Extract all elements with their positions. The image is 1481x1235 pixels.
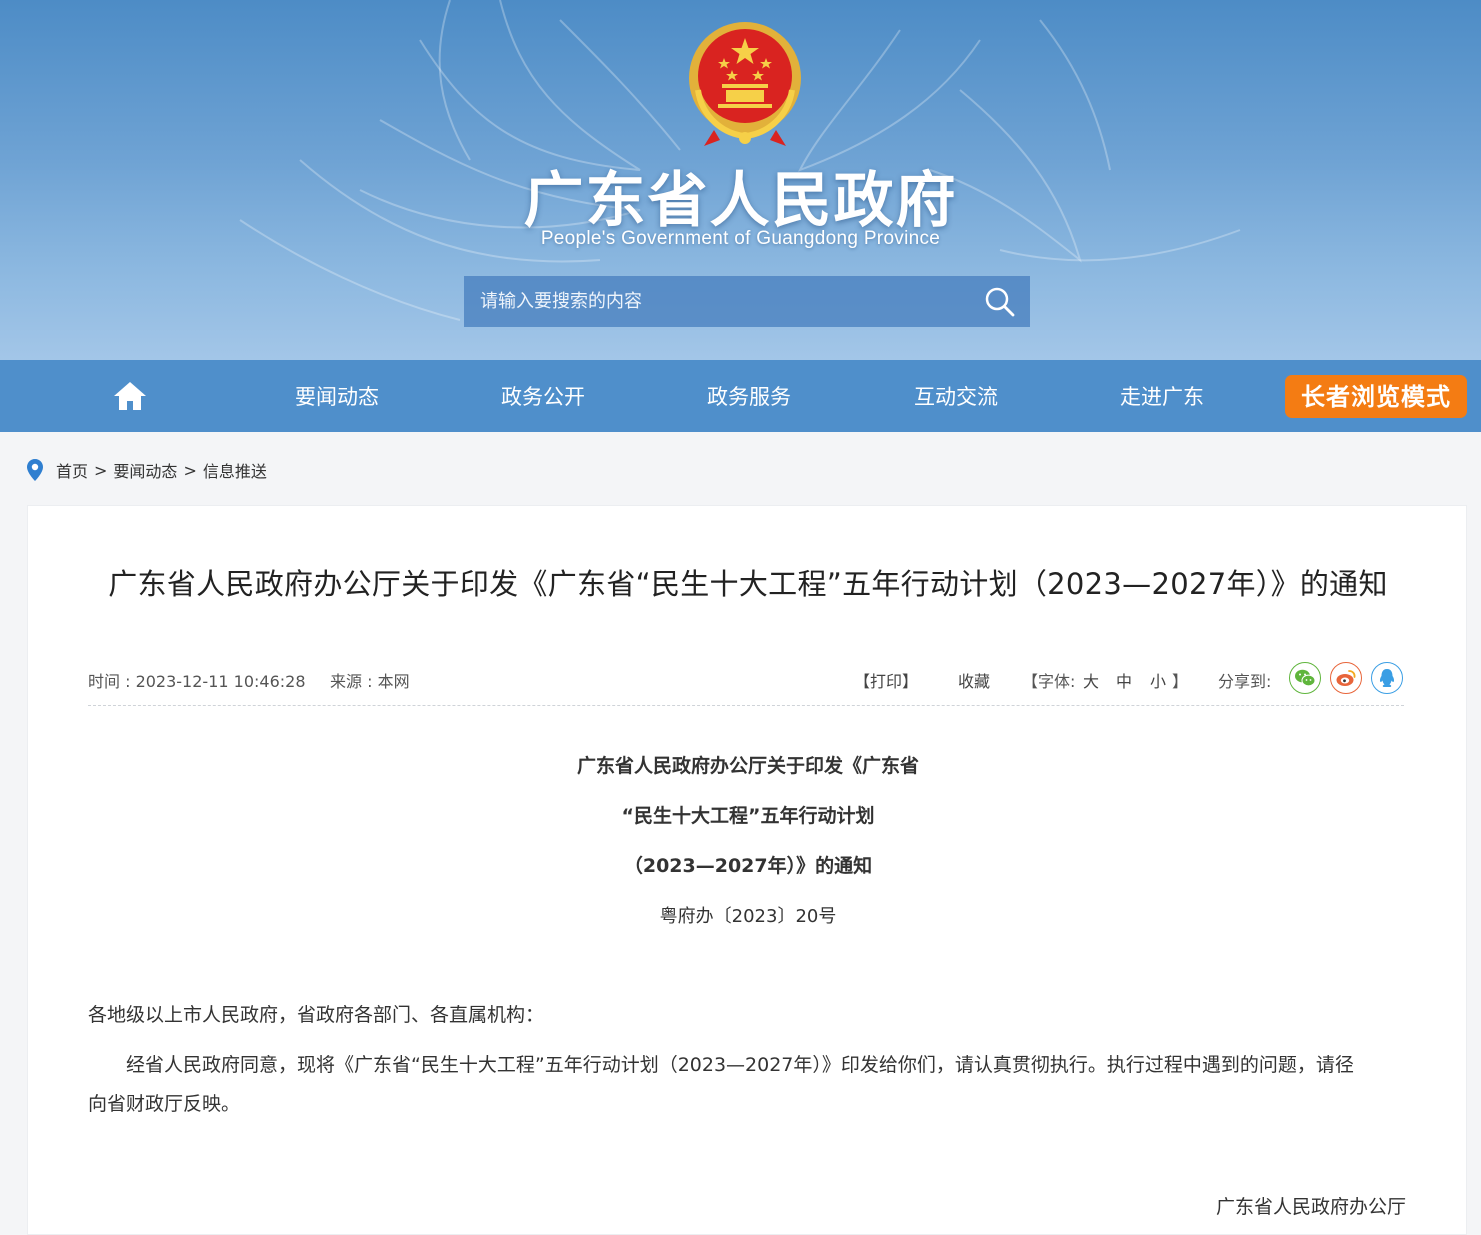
salutation: 各地级以上市人民政府，省政府各部门、各直属机构： <box>88 1004 545 1026</box>
breadcrumb-current[interactable]: 信息推送 <box>203 458 267 482</box>
font-medium-button[interactable]: 中 <box>1116 668 1132 692</box>
doc-heading-line: （2023—2027年）》的通知 <box>623 855 873 877</box>
font-size-close: 】 <box>1172 672 1189 691</box>
nav-item-about-guangdong[interactable]: 走进广东 <box>1092 360 1232 432</box>
body-paragraph-line: 经省人民政府同意，现将《广东省“民生十大工程”五年行动计划（2023—2027年… <box>126 1054 1354 1076</box>
search-box <box>464 276 1030 327</box>
body-paragraph-line: 向省财政厅反映。 <box>88 1093 241 1115</box>
nav-item-services[interactable]: 政务服务 <box>679 360 819 432</box>
document-number: 粤府办〔2023〕20号 <box>659 906 837 927</box>
breadcrumb-separator: > <box>183 460 197 480</box>
main-nav: 要闻动态 政务公开 政务服务 互动交流 走进广东 <box>0 360 1481 432</box>
doc-heading-line: “民生十大工程”五年行动计划 <box>621 805 875 827</box>
article-source: 来源 : 本网 <box>330 672 410 691</box>
favorite-button[interactable]: 收藏 <box>958 668 990 692</box>
nav-item-news[interactable]: 要闻动态 <box>267 360 407 432</box>
article-title: 广东省人民政府办公厅关于印发《广东省“民生十大工程”五年行动计划（2023—20… <box>108 567 1388 601</box>
meta-divider <box>88 705 1404 706</box>
location-pin-icon <box>27 459 43 481</box>
home-icon[interactable] <box>96 360 164 432</box>
font-large-button[interactable]: 大 <box>1083 668 1099 692</box>
breadcrumb: 首页 > 要闻动态 > 信息推送 <box>26 456 267 484</box>
font-small-button[interactable]: 小 <box>1150 668 1166 692</box>
wechat-share-icon[interactable] <box>1289 662 1321 694</box>
publish-time: 时间 : 2023-12-11 10:46:28 <box>88 672 306 691</box>
site-subtitle: People's Government of Guangdong Provinc… <box>540 228 941 249</box>
doc-heading-line: 广东省人民政府办公厅关于印发《广东省 <box>576 755 919 777</box>
nav-item-interaction[interactable]: 互动交流 <box>886 360 1026 432</box>
nav-item-government-affairs[interactable]: 政务公开 <box>473 360 613 432</box>
print-button[interactable]: 【打印】 <box>854 668 918 692</box>
article-meta: 时间 : 2023-12-11 10:46:28 来源 : 本网 【打印】 收藏… <box>88 662 1404 694</box>
share-label: 分享到: <box>1218 672 1272 691</box>
breadcrumb-news[interactable]: 要闻动态 <box>113 458 177 482</box>
breadcrumb-home[interactable]: 首页 <box>56 458 88 482</box>
breadcrumb-separator: > <box>94 460 108 480</box>
signature: 广东省人民政府办公厅 <box>1215 1196 1406 1218</box>
national-emblem <box>689 22 801 146</box>
search-input[interactable] <box>464 276 970 327</box>
header-banner: 广东省人民政府 People's Government of Guangdong… <box>0 0 1481 360</box>
article-card: 广东省人民政府办公厅关于印发《广东省 “民生十大工程”五年行动计划 （2023—20… <box>27 505 1467 1235</box>
site-title: 广东省人民政府 <box>523 166 958 236</box>
search-icon[interactable] <box>970 276 1030 327</box>
weibo-share-icon[interactable] <box>1330 662 1362 694</box>
qq-share-icon[interactable] <box>1371 662 1403 694</box>
elder-mode-button[interactable]: 长者浏览模式 <box>1285 375 1467 418</box>
font-size-label: 【字体: <box>1022 672 1076 691</box>
